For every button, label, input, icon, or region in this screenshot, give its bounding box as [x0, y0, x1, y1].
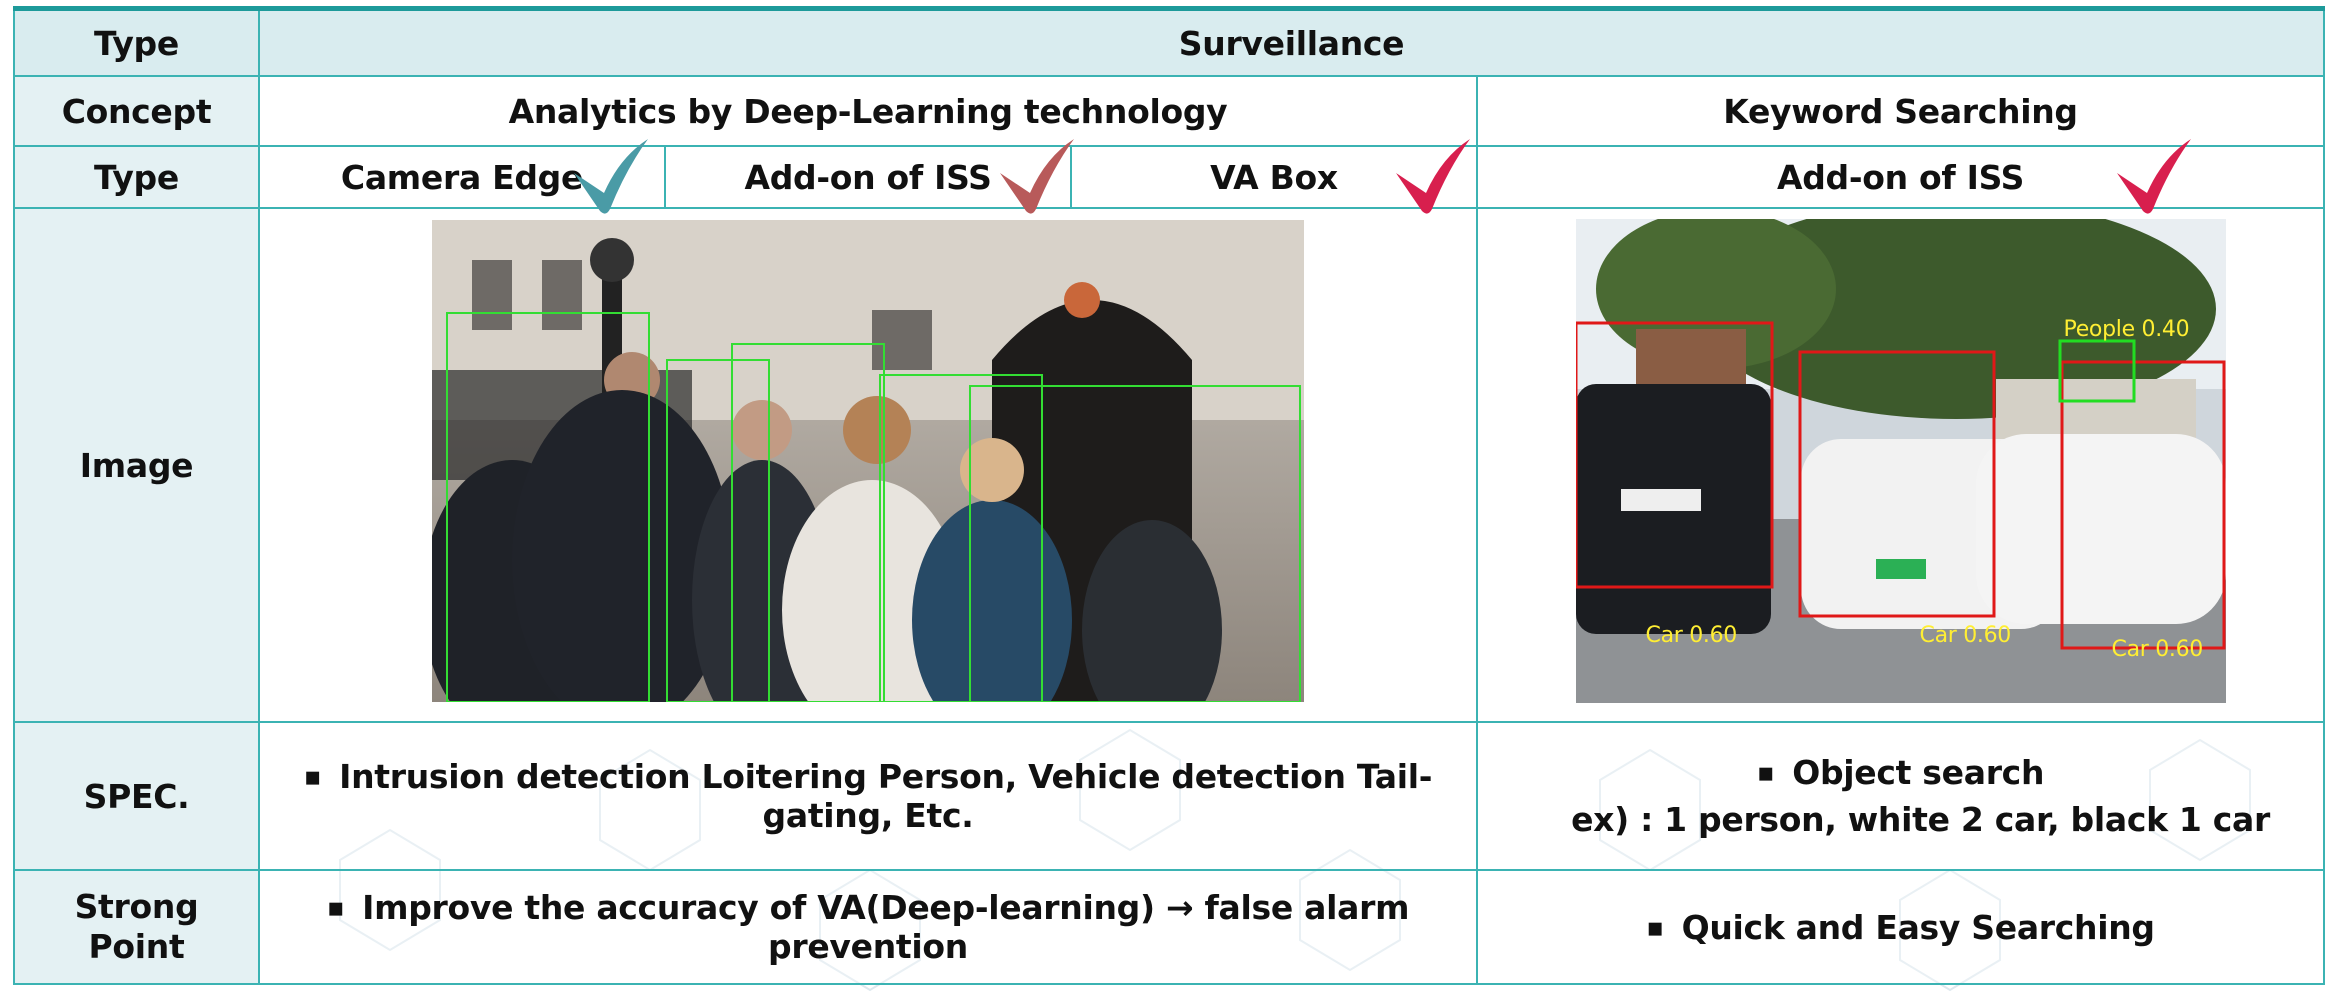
header-row: Type Surveillance: [13, 7, 2326, 77]
spec-keyword-cell: Object search ex) : 1 person, white 2 ca…: [1475, 721, 2326, 871]
spec-keyword-line2: ex) : 1 person, white 2 car, black 1 car: [1571, 799, 2270, 839]
type-va-box: VA Box: [1210, 157, 1338, 197]
check-icon: [574, 139, 648, 214]
type-camera-edge: Camera Edge: [340, 157, 584, 197]
car-detection-label: Car 0.60: [1645, 623, 1738, 648]
type-camera-edge-cell: Camera Edge: [258, 139, 666, 214]
surveillance-header: Surveillance: [257, 7, 2326, 77]
people-detection-label: People 0.40: [2063, 317, 2190, 342]
type-va-box-cell: VA Box: [1070, 139, 1478, 214]
row-label-type-2: Type: [13, 145, 260, 209]
spec-row: SPEC. Intrusion detection Loitering Pers…: [13, 721, 2326, 871]
image-row: Image People 0.40 Car 0.60 Car 0.60 Car …: [13, 207, 2326, 723]
strong-point-keyword-cell: Quick and Easy Searching: [1475, 869, 2326, 985]
image-cell-keyword: People 0.40 Car 0.60 Car 0.60 Car 0.60: [1475, 207, 2326, 723]
spec-analytics: Intrusion detection Loitering Person, Ve…: [304, 757, 1432, 835]
check-icon: [1396, 139, 1470, 214]
spec-analytics-cell: Intrusion detection Loitering Person, Ve…: [258, 721, 1478, 871]
spec-keyword-line1: Object search: [1478, 751, 2323, 798]
concept-analytics: Analytics by Deep-Learning technology: [258, 75, 1478, 147]
comparison-table: Type Surveillance Concept Analytics by D…: [13, 6, 2326, 985]
strong-point-analytics-cell: Improve the accuracy of VA(Deep-learning…: [258, 869, 1478, 985]
type-addon-iss-2: Add-on of ISS: [1776, 157, 2025, 197]
strong-point-row: Strong Point Improve the accuracy of VA(…: [13, 869, 2326, 985]
crowd-detection-image: [432, 220, 1304, 702]
concept-row: Concept Analytics by Deep-Learning techn…: [13, 75, 2326, 147]
row-label-strong-point: Strong Point: [13, 869, 260, 985]
car-detection-image: People 0.40 Car 0.60 Car 0.60 Car 0.60: [1575, 219, 2226, 703]
strong-point-keyword: Quick and Easy Searching: [1646, 908, 2155, 947]
row-label-spec: SPEC.: [13, 721, 260, 871]
type-addon-iss-2-cell: Add-on of ISS: [1475, 139, 2326, 214]
strong-point-analytics: Improve the accuracy of VA(Deep-learning…: [327, 888, 1409, 966]
row-label-concept: Concept: [13, 75, 260, 147]
row-label-type: Type: [13, 7, 260, 77]
check-icon: [2117, 139, 2191, 214]
image-cell-analytics: [258, 207, 1478, 723]
car-detection-label: Car 0.60: [2111, 637, 2204, 662]
type-addon-iss-cell: Add-on of ISS: [664, 139, 1074, 214]
type-addon-iss: Add-on of ISS: [744, 157, 992, 197]
check-icon: [1000, 139, 1074, 214]
row-label-image: Image: [13, 207, 260, 723]
concept-keyword: Keyword Searching: [1475, 75, 2326, 147]
car-detection-label: Car 0.60: [1919, 623, 2012, 648]
type-row: Type Camera Edge Add-on of ISS VA Box Ad…: [13, 139, 2326, 214]
